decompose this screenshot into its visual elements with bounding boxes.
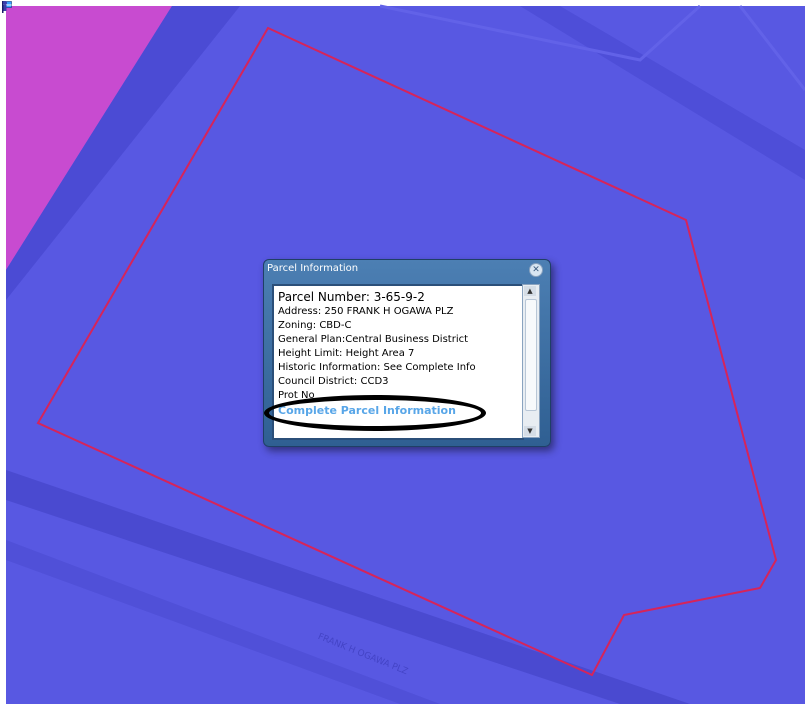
popup-content: Parcel Number: 3-65-9-2 Address: 250 FRA… [272, 284, 524, 440]
historic-information: Historic Information: See Complete Info [278, 362, 476, 373]
council-district: Council District: CCD3 [278, 376, 389, 387]
scroll-down-icon[interactable]: ▼ [524, 426, 536, 436]
partial-row: Prot No [278, 390, 315, 401]
address: Address: 250 FRANK H OGAWA PLZ [278, 306, 454, 317]
height-limit: Height Limit: Height Area 7 [278, 348, 415, 359]
general-plan: General Plan:Central Business District [278, 334, 469, 345]
popup-title: Parcel Information [267, 263, 359, 274]
complete-parcel-info-link[interactable]: Complete Parcel Information [278, 403, 476, 418]
popup-scrollbar[interactable]: ▲ ▼ [522, 284, 540, 438]
parcel-info-popup: Parcel Information ✕ Parcel Number: 3-65… [263, 259, 551, 447]
zoning: Zoning: CBD-C [278, 320, 352, 331]
scroll-up-icon[interactable]: ▲ [524, 286, 536, 296]
parcel-details: Parcel Number: 3-65-9-2 Address: 250 FRA… [278, 289, 476, 418]
scroll-thumb[interactable] [525, 299, 537, 411]
person-icon [3, 1, 7, 11]
close-icon[interactable]: ✕ [529, 263, 543, 277]
parcel-number: Parcel Number: 3-65-9-2 [278, 290, 425, 304]
